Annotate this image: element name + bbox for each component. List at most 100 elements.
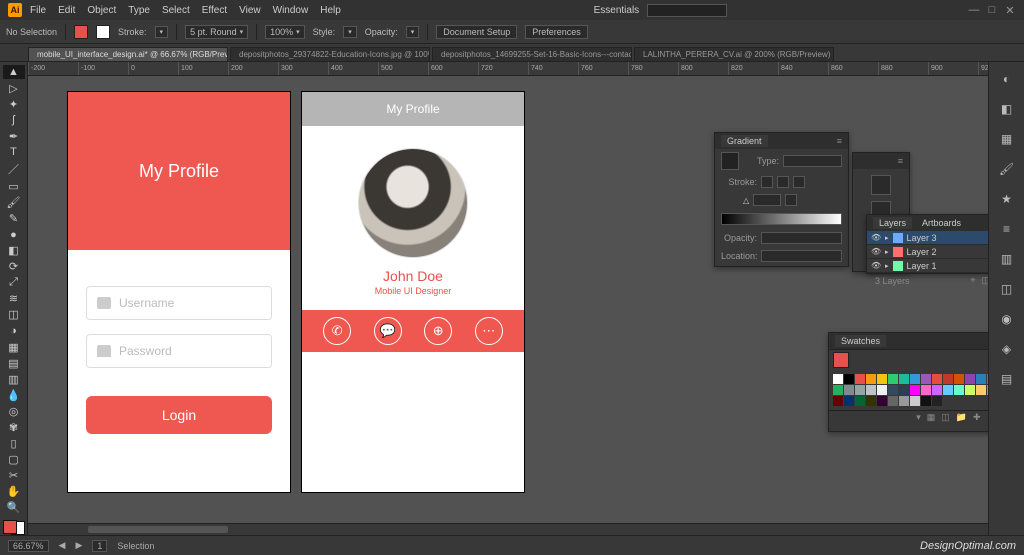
eyedropper-tool[interactable]: 💧 — [3, 388, 25, 402]
visibility-icon[interactable]: 👁 — [871, 261, 881, 270]
slice-tool[interactable]: ✂ — [3, 469, 25, 483]
direct-selection-tool[interactable]: ▷ — [3, 81, 25, 95]
blend-tool[interactable]: ◎ — [3, 404, 25, 418]
hand-tool[interactable]: ✋ — [3, 485, 25, 499]
swatch-cell[interactable] — [844, 396, 854, 406]
magic-wand-tool[interactable]: ✦ — [3, 97, 25, 111]
brush-dropdown[interactable]: 5 pt. Round — [185, 25, 248, 39]
swatch-cell[interactable] — [844, 385, 854, 395]
blob-brush-tool[interactable]: ● — [3, 228, 25, 242]
gradient-ramp[interactable] — [721, 213, 842, 225]
transparency-panel-icon[interactable]: ◫ — [996, 278, 1018, 300]
doc-tab[interactable]: depositphotos_29374822-Education-Icons.j… — [230, 47, 430, 61]
disclosure-icon[interactable]: ▸ — [885, 262, 889, 270]
canvas[interactable]: My Profile Username Password Login My Pr… — [28, 76, 988, 535]
layer-row[interactable]: 👁▸Layer 2○ — [867, 245, 988, 259]
swatch-cell[interactable] — [910, 374, 920, 384]
swatch-cell[interactable] — [866, 396, 876, 406]
locate-layer-icon[interactable]: ⌖ — [970, 275, 975, 286]
menu-view[interactable]: View — [239, 5, 261, 16]
swatch-cell[interactable] — [921, 396, 931, 406]
stroke-swatch[interactable] — [96, 25, 110, 39]
layers-panel[interactable]: Layers Artboards ≡ 👁▸Layer 3○👁▸Layer 2○👁… — [866, 214, 988, 274]
menu-file[interactable]: File — [30, 5, 46, 16]
fill-stroke-swatches[interactable] — [3, 520, 25, 535]
swatch-cell[interactable] — [910, 385, 920, 395]
doc-tab[interactable]: LALINTHA_PERERA_CV.ai @ 200% (RGB/Previe… — [634, 47, 834, 61]
search-input[interactable] — [647, 4, 727, 17]
menu-effect[interactable]: Effect — [202, 5, 227, 16]
minimize-icon[interactable]: — — [968, 4, 980, 16]
shape-builder-tool[interactable]: ◑ — [3, 324, 25, 338]
swatches-tab[interactable]: Swatches — [835, 335, 886, 347]
visibility-icon[interactable]: 👁 — [871, 247, 881, 256]
menu-select[interactable]: Select — [162, 5, 190, 16]
document-setup-button[interactable]: Document Setup — [436, 25, 517, 39]
layer-row[interactable]: 👁▸Layer 3○ — [867, 231, 988, 245]
selection-tool[interactable]: ▲ — [3, 65, 25, 79]
pen-tool[interactable]: ✒ — [3, 129, 25, 143]
rectangle-tool[interactable]: ▭ — [3, 179, 25, 193]
swatch-cell[interactable] — [987, 374, 988, 384]
artboards-tab[interactable]: Artboards — [916, 217, 967, 229]
swatch-cell[interactable] — [976, 374, 986, 384]
swatch-cell[interactable] — [844, 374, 854, 384]
paintbrush-tool[interactable]: 🖌 — [3, 195, 25, 209]
new-color-group-icon[interactable]: 📁 — [956, 412, 967, 423]
horizontal-scrollbar[interactable] — [28, 523, 988, 535]
doc-tab-active[interactable]: mobile_UI_interface_design.ai* @ 66.67% … — [28, 47, 228, 61]
menu-type[interactable]: Type — [128, 5, 150, 16]
swatch-cell[interactable] — [954, 374, 964, 384]
gradient-tool[interactable]: ▥ — [3, 372, 25, 386]
swatch-cell[interactable] — [866, 385, 876, 395]
stroke-opt-1[interactable] — [761, 176, 773, 188]
gradient-panel[interactable]: Gradient≡ Type: Stroke: △ Opacity: Locat… — [714, 132, 849, 267]
stop-opacity-input[interactable] — [761, 232, 842, 244]
gradient-panel-icon[interactable]: ▥ — [996, 248, 1018, 270]
swatch-cell[interactable] — [899, 374, 909, 384]
rotate-tool[interactable]: ⟳ — [3, 260, 25, 274]
swatch-cell[interactable] — [921, 385, 931, 395]
zoom-dropdown[interactable]: 100% — [265, 25, 305, 39]
swatch-cell[interactable] — [932, 374, 942, 384]
graphic-styles-icon[interactable]: ◈ — [996, 338, 1018, 360]
scale-tool[interactable]: ⤢ — [3, 276, 25, 290]
gradient-type-dropdown[interactable] — [783, 155, 842, 167]
free-transform-tool[interactable]: ◫ — [3, 308, 25, 322]
brushes-panel-icon[interactable]: 🖌 — [996, 158, 1018, 180]
angle-input[interactable] — [753, 194, 781, 206]
current-swatch[interactable] — [833, 352, 849, 368]
line-tool[interactable]: ／ — [3, 161, 25, 177]
swatch-cell[interactable] — [899, 396, 909, 406]
disclosure-icon[interactable]: ▸ — [885, 248, 889, 256]
width-tool[interactable]: ≋ — [3, 292, 25, 306]
swatch-cell[interactable] — [888, 374, 898, 384]
swatch-cell[interactable] — [888, 385, 898, 395]
panel-menu-icon[interactable]: ≡ — [837, 136, 842, 146]
swatch-libraries-icon[interactable]: ▾ — [916, 412, 921, 423]
new-swatch-icon[interactable]: ✚ — [973, 412, 981, 423]
swatch-cell[interactable] — [877, 396, 887, 406]
show-swatch-kinds-icon[interactable]: ▦ — [927, 412, 936, 423]
new-sublayer-icon[interactable]: ◫ — [982, 275, 989, 286]
swatch-cell[interactable] — [943, 385, 953, 395]
close-icon[interactable]: ✕ — [1004, 4, 1016, 16]
disclosure-icon[interactable]: ▸ — [885, 234, 889, 242]
layer-name[interactable]: Layer 3 — [907, 233, 937, 243]
swatch-cell[interactable] — [987, 385, 988, 395]
swatch-cell[interactable] — [976, 385, 986, 395]
zoom-level[interactable]: 66.67% — [8, 540, 49, 552]
swatch-cell[interactable] — [833, 385, 843, 395]
stroke-panel-icon[interactable]: ≡ — [996, 218, 1018, 240]
color-panel-icon[interactable]: ◐ — [996, 68, 1018, 90]
swatch-cell[interactable] — [855, 374, 865, 384]
color-guide-icon[interactable]: ◧ — [996, 98, 1018, 120]
swatch-cell[interactable] — [855, 396, 865, 406]
zoom-tool[interactable]: 🔍 — [3, 501, 25, 515]
swatch-cell[interactable] — [921, 374, 931, 384]
layer-row[interactable]: 👁▸Layer 1○ — [867, 259, 988, 273]
swatch-cell[interactable] — [833, 374, 843, 384]
stroke-opt-2[interactable] — [777, 176, 789, 188]
nav-prev-icon[interactable]: ◀ — [59, 540, 66, 551]
swatch-cell[interactable] — [877, 385, 887, 395]
